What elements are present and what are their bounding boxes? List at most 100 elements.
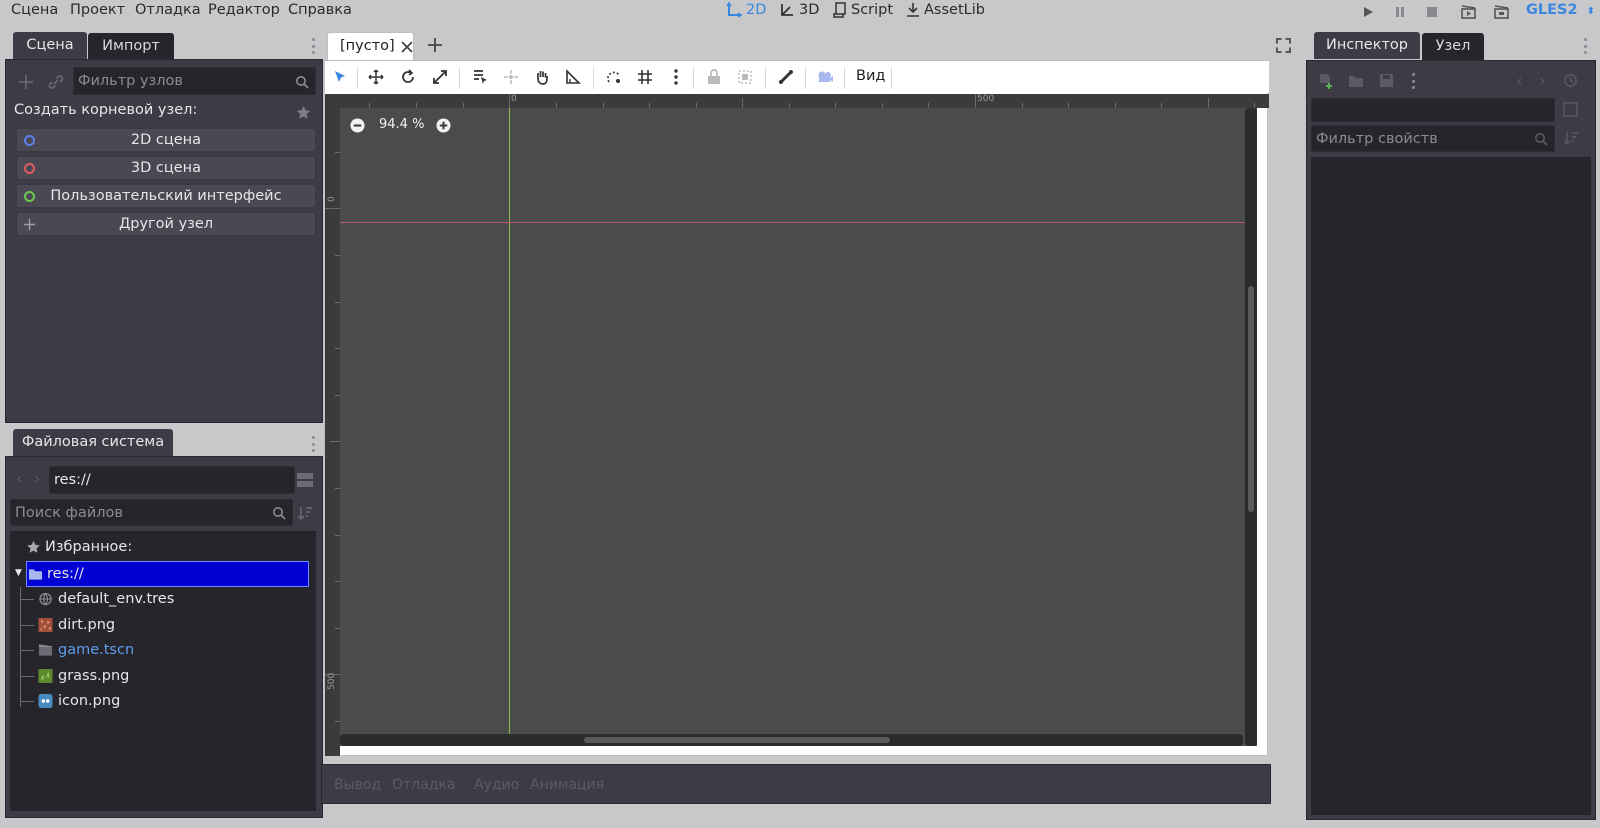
star-icon[interactable] [296, 105, 311, 120]
create-2d-scene-button[interactable]: 2D сцена [16, 128, 316, 152]
mode-script-button[interactable]: Script [833, 2, 893, 18]
path-input[interactable]: res:// [49, 466, 295, 494]
tab-filesystem[interactable]: Файловая система [13, 429, 173, 456]
canvas-2d[interactable]: 94.4 % [340, 108, 1257, 746]
bottom-tab-debugger[interactable]: Отладка [392, 777, 455, 793]
menu-bar: Сцена Проект Отладка Редактор Справка 2D… [0, 0, 1600, 24]
collapse-arrow-icon[interactable]: ▼ [15, 568, 22, 578]
stop-button[interactable] [1424, 4, 1440, 20]
select-tool-button[interactable] [331, 68, 349, 86]
tab-inspector[interactable]: Инспектор [1314, 32, 1420, 59]
toolbar-separator [693, 67, 694, 89]
history-back-icon[interactable]: ‹ [1516, 71, 1522, 90]
create-3d-scene-button[interactable]: 3D сцена [16, 156, 316, 180]
menu-debug[interactable]: Отладка [135, 2, 201, 18]
vertical-scrollbar[interactable] [1245, 108, 1257, 746]
resource-menu-icon[interactable] [1411, 73, 1415, 89]
object-properties-icon[interactable] [1563, 102, 1578, 117]
play-custom-scene-button[interactable] [1493, 4, 1509, 20]
file-row[interactable]: default_env.tres [38, 587, 298, 611]
renderer-select[interactable]: GLES2 ⬍ [1526, 2, 1595, 18]
menu-scene[interactable]: Сцена [11, 2, 58, 18]
zoom-out-icon[interactable] [350, 118, 365, 133]
bottom-tab-audio[interactable]: Аудио [474, 777, 519, 793]
camera-override-button[interactable] [816, 68, 834, 86]
file-name: default_env.tres [58, 591, 175, 607]
list-select-button[interactable] [471, 68, 489, 86]
mode-2d-button[interactable]: 2D [726, 2, 766, 18]
history-forward-icon[interactable]: › [1539, 71, 1545, 90]
view-menu[interactable]: Вид [856, 68, 885, 84]
menu-help[interactable]: Справка [288, 2, 352, 18]
create-3d-scene-label: 3D сцена [130, 160, 202, 176]
menu-editor[interactable]: Редактор [208, 2, 280, 18]
file-row[interactable]: game.tscn [38, 638, 298, 662]
bottom-tab-output[interactable]: Вывод [334, 777, 381, 793]
group-button[interactable] [736, 68, 754, 86]
globe-icon [39, 592, 52, 606]
favorites-row[interactable]: Избранное: [26, 535, 306, 559]
pause-button[interactable] [1392, 4, 1408, 20]
forward-arrow-icon[interactable]: › [34, 469, 40, 488]
mode-assetlib-button[interactable]: AssetLib [906, 2, 985, 18]
menu-project[interactable]: Проект [70, 2, 125, 18]
node-filter-placeholder: Фильтр узлов [78, 73, 183, 89]
create-other-node-button[interactable]: Другой узел [16, 212, 316, 236]
node-filter-input[interactable]: Фильтр узлов [73, 67, 316, 95]
tab-node[interactable]: Узел [1422, 33, 1484, 60]
ruler-tool-button[interactable] [564, 68, 582, 86]
vertical-scrollbar-thumb[interactable] [1248, 286, 1254, 512]
play-scene-button[interactable] [1460, 4, 1476, 20]
rotate-tool-button[interactable] [399, 68, 417, 86]
file-row[interactable]: grass.png [38, 664, 298, 688]
viewport-frame: Вид 0 500 0 500 94.4 % [324, 60, 1269, 756]
link-icon[interactable] [48, 74, 64, 90]
split-view-icon[interactable] [296, 472, 314, 488]
play-button[interactable] [1360, 4, 1376, 20]
grid-snap-button[interactable] [636, 68, 654, 86]
back-arrow-icon[interactable]: ‹ [16, 469, 22, 488]
fullscreen-icon[interactable] [1276, 38, 1291, 53]
plus-icon[interactable] [18, 74, 34, 90]
create-ui-button[interactable]: Пользовательский интерфейс [16, 184, 316, 208]
mode-3d-button[interactable]: 3D [779, 2, 819, 18]
file-row[interactable]: icon.png [38, 689, 298, 713]
sort-icon[interactable] [1563, 130, 1579, 146]
pan-tool-button[interactable] [533, 68, 551, 86]
smart-snap-button[interactable] [605, 68, 623, 86]
add-tab-icon[interactable] [427, 37, 443, 53]
lock-button[interactable] [705, 68, 723, 86]
zoom-in-icon[interactable] [436, 118, 451, 133]
move-tool-button[interactable] [367, 68, 385, 86]
res-root-row[interactable]: res:// [26, 561, 309, 587]
favorites-label: Избранное: [45, 539, 133, 555]
tab-scene[interactable]: Сцена [13, 32, 87, 59]
skeleton-button[interactable] [777, 68, 795, 86]
file-row[interactable]: dirt.png [38, 613, 298, 637]
horizontal-scrollbar-thumb[interactable] [584, 737, 890, 743]
horizontal-scrollbar[interactable] [340, 734, 1243, 746]
inspector-dock-menu-icon[interactable] [1583, 38, 1587, 54]
scale-tool-button[interactable] [431, 68, 449, 86]
scene-tab-label: [пусто] [340, 38, 395, 54]
snap-options-button[interactable] [667, 68, 685, 86]
history-icon[interactable] [1563, 73, 1578, 88]
image-grass-icon [38, 669, 53, 683]
open-folder-icon[interactable] [1348, 74, 1364, 88]
scene-dock-menu-icon[interactable] [311, 38, 315, 54]
scene-tab-empty[interactable]: [пусто] [327, 32, 414, 61]
toolbar-separator [891, 67, 892, 89]
property-filter-input[interactable]: Фильтр свойств [1311, 125, 1555, 152]
tree-guide [20, 599, 34, 600]
tab-import[interactable]: Импорт [88, 33, 174, 60]
new-resource-icon[interactable] [1318, 73, 1333, 89]
sort-icon[interactable] [297, 505, 313, 521]
save-icon[interactable] [1379, 73, 1394, 88]
close-icon[interactable] [401, 41, 413, 53]
pivot-tool-button[interactable] [502, 68, 520, 86]
ruler-label: 0 [327, 196, 337, 202]
file-search-input[interactable]: Поиск файлов [10, 499, 293, 526]
bottom-tab-animation[interactable]: Анимация [530, 777, 604, 793]
filesystem-dock-menu-icon[interactable] [311, 436, 315, 452]
zoom-reset-button[interactable]: 94.4 % [379, 117, 424, 132]
